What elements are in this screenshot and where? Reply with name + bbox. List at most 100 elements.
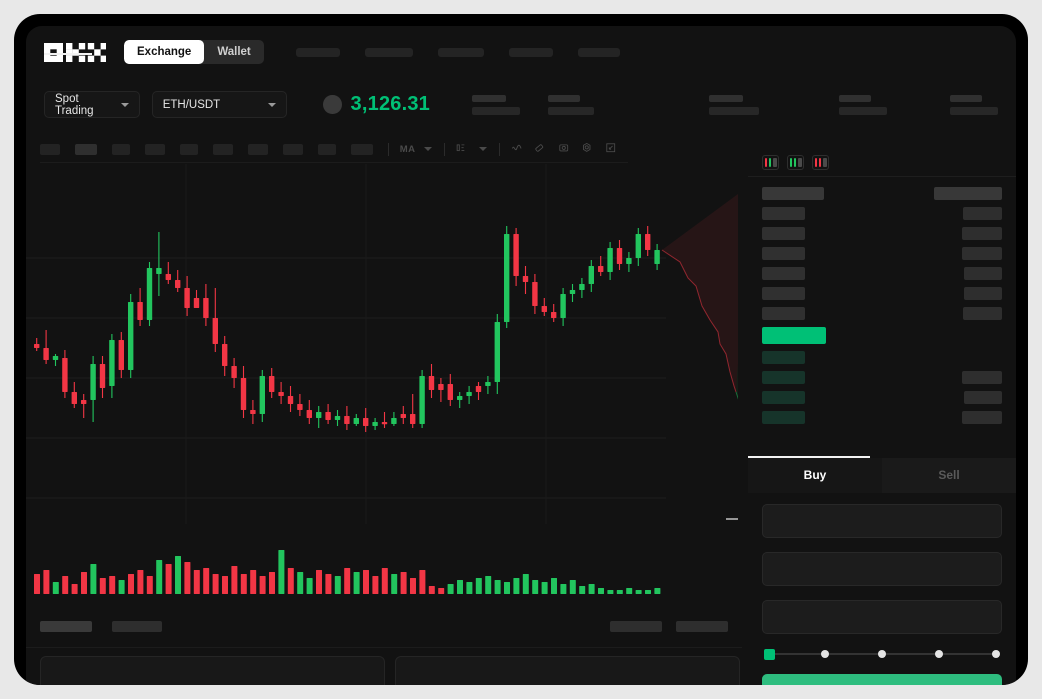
orderbook-mode-sell-icon[interactable] [812, 154, 829, 170]
fullscreen-icon[interactable] [605, 142, 616, 157]
slider-stop-75[interactable] [935, 650, 943, 658]
stat-value [548, 106, 594, 115]
stat-label [472, 94, 506, 102]
orderbook-mode-both-icon[interactable] [762, 154, 779, 170]
indicator-wave-icon[interactable] [511, 142, 522, 157]
bottom-tabs[interactable] [40, 616, 740, 648]
toolbar-interval-1[interactable] [75, 143, 97, 155]
chevron-down-icon [120, 102, 129, 107]
bottom-tab-active-indicator [44, 53, 92, 55]
orderbook-row[interactable] [762, 267, 1002, 280]
toolbar-interval-2[interactable] [112, 143, 130, 155]
nav-item-2[interactable] [437, 47, 484, 57]
trading-pair-selector[interactable]: ETH/USDT [151, 91, 288, 118]
market-type-label: Spot Trading [55, 92, 94, 117]
orderbook-row[interactable] [762, 187, 1002, 200]
toolbar-divider [443, 142, 445, 156]
bottom-panel-1 [395, 656, 740, 685]
bar-style-icon[interactable] [455, 142, 466, 157]
mode-bar [764, 157, 767, 167]
slider-stop-25[interactable] [821, 650, 829, 658]
orderbook-mode-buy-icon[interactable] [787, 154, 804, 170]
segment-wallet[interactable]: Wallet [204, 40, 263, 64]
orderbook-row[interactable] [762, 391, 1002, 404]
toolbar-interval-8[interactable] [318, 143, 336, 155]
settings-gear-icon[interactable] [581, 142, 592, 157]
chevron-down-icon[interactable] [478, 147, 487, 151]
market-stat-2 [709, 94, 759, 115]
toolbar-interval-0[interactable] [40, 143, 60, 155]
bottom-tab-1[interactable] [112, 621, 162, 632]
orderbook-row[interactable] [762, 207, 1002, 220]
toolbar-interval-9[interactable] [351, 143, 373, 155]
orderbook-row[interactable] [762, 247, 1002, 260]
order-inputs [748, 493, 1016, 660]
orderbook-size-cell [962, 411, 1002, 424]
orderbook-row[interactable] [762, 227, 1002, 240]
nav-item-3[interactable] [508, 47, 553, 57]
order-amount-field[interactable] [762, 552, 1002, 586]
toolbar-divider [388, 142, 389, 156]
market-stat-1 [548, 94, 594, 115]
mode-bar [814, 157, 817, 167]
bottom-tab-0[interactable] [40, 621, 92, 632]
orderbook-size-cell [963, 307, 1002, 320]
orderbook-row[interactable] [762, 411, 1002, 424]
price-chart[interactable] [26, 164, 738, 614]
segment-exchange[interactable]: Exchange [124, 40, 205, 64]
candlestick-chart-canvas[interactable] [26, 164, 738, 614]
order-form: Buy Sell [748, 456, 1016, 685]
orderbook-row[interactable] [762, 351, 1002, 364]
app-screen: Exchange Wallet Spot Trading ETH/USDT 3,… [26, 26, 1016, 685]
toolbar-interval-3[interactable] [145, 143, 165, 155]
orderbook-price-cell [762, 411, 805, 424]
order-price-field[interactable] [762, 504, 1002, 538]
toolbar-interval-buttons[interactable] [40, 143, 388, 155]
nav-item-1[interactable] [364, 47, 413, 57]
chevron-down-icon[interactable] [423, 147, 432, 151]
orderbook-row[interactable] [762, 371, 1002, 384]
camera-icon[interactable] [558, 142, 569, 157]
slider-stop-50[interactable] [878, 650, 886, 658]
submit-order-button[interactable] [762, 674, 1002, 685]
amount-percent-slider[interactable] [764, 648, 1000, 660]
orderbook-price-cell [762, 307, 805, 320]
slider-stop-100[interactable] [992, 650, 1000, 658]
stat-label [950, 94, 982, 102]
stat-label [839, 94, 871, 102]
order-total-field[interactable] [762, 600, 1002, 634]
slider-handle[interactable] [764, 649, 775, 660]
toolbar-interval-7[interactable] [283, 143, 303, 155]
tab-sell[interactable]: Sell [882, 458, 1016, 493]
bottom-action-1[interactable] [676, 621, 728, 632]
toolbar-divider [498, 142, 500, 156]
top-header: Exchange Wallet [26, 26, 1016, 78]
orderbook-rows[interactable] [748, 177, 1016, 424]
orderbook-row[interactable] [762, 307, 1002, 320]
orderbook-view-modes[interactable] [748, 148, 1016, 176]
eraser-icon[interactable] [534, 142, 545, 157]
market-stat-0 [472, 94, 520, 115]
orderbook-row[interactable] [762, 287, 1002, 300]
nav-item-0[interactable] [295, 47, 340, 57]
orderbook-size-cell [962, 371, 1002, 384]
okx-logo-icon[interactable] [44, 42, 107, 62]
market-type-selector[interactable]: Spot Trading [44, 91, 140, 118]
primary-nav [295, 47, 620, 57]
orderbook-size-cell [962, 227, 1002, 240]
toolbar-interval-4[interactable] [180, 143, 198, 155]
toolbar-interval-5[interactable] [213, 143, 233, 155]
buy-sell-tabs[interactable]: Buy Sell [748, 458, 1016, 493]
orderbook-price-cell [762, 207, 805, 220]
ticker-bar: Spot Trading ETH/USDT 3,126.31 [26, 78, 1016, 131]
tab-buy[interactable]: Buy [748, 458, 882, 493]
mode-bar [789, 157, 792, 167]
toolbar-interval-6[interactable] [248, 143, 268, 155]
mode-switcher[interactable]: Exchange Wallet [124, 40, 264, 64]
nav-item-4[interactable] [577, 47, 620, 57]
orderbook-size-cell [964, 267, 1002, 280]
ma-indicator-label[interactable]: MA [400, 144, 416, 155]
orderbook-row[interactable] [762, 327, 1002, 344]
bottom-action-0[interactable] [610, 621, 662, 632]
stat-value [709, 106, 759, 115]
